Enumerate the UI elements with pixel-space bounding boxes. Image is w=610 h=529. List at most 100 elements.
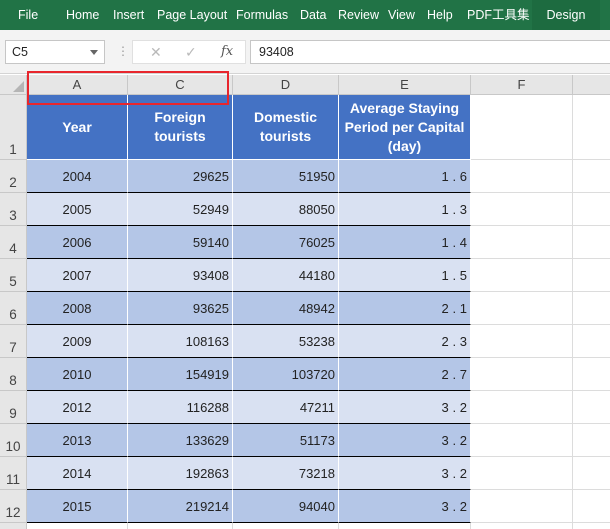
menu-view[interactable]: View <box>384 0 419 30</box>
empty-cell[interactable] <box>573 292 610 325</box>
cell-foreign-tourists[interactable]: 192863 <box>128 457 233 490</box>
cell-domestic-tourists[interactable]: 48942 <box>233 292 339 325</box>
cell-year[interactable]: 2013 <box>27 424 128 457</box>
empty-cell[interactable] <box>471 358 573 391</box>
empty-cell[interactable] <box>573 160 610 193</box>
empty-cell[interactable] <box>339 523 471 529</box>
column-header-f[interactable]: F <box>471 75 573 95</box>
cell-foreign-tourists[interactable]: 29625 <box>128 160 233 193</box>
cell-year[interactable]: 2004 <box>27 160 128 193</box>
row-header-3[interactable]: 3 <box>0 193 27 226</box>
column-header-g[interactable] <box>573 75 610 95</box>
cell-domestic-tourists[interactable]: 76025 <box>233 226 339 259</box>
row-header-6[interactable]: 6 <box>0 292 27 325</box>
empty-cell[interactable] <box>471 292 573 325</box>
row-header-9[interactable]: 9 <box>0 391 27 424</box>
empty-cell[interactable] <box>573 95 610 160</box>
cell-foreign-tourists[interactable]: 154919 <box>128 358 233 391</box>
empty-cell[interactable] <box>471 226 573 259</box>
menu-file[interactable]: File <box>14 0 42 30</box>
menu-help[interactable]: Help <box>423 0 457 30</box>
menu-design[interactable]: Design <box>532 0 600 30</box>
cell-average-stay[interactable]: 2.1 <box>339 292 471 325</box>
column-header-a[interactable]: A <box>27 75 128 95</box>
empty-cell[interactable] <box>471 391 573 424</box>
column-header-d[interactable]: D <box>233 75 339 95</box>
cell-year[interactable]: 2007 <box>27 259 128 292</box>
empty-cell[interactable] <box>471 259 573 292</box>
cell-foreign-tourists[interactable]: 59140 <box>128 226 233 259</box>
row-header-8[interactable]: 8 <box>0 358 27 391</box>
cell-average-stay[interactable]: 3.2 <box>339 391 471 424</box>
empty-cell[interactable] <box>573 193 610 226</box>
cell-domestic-tourists[interactable]: 51950 <box>233 160 339 193</box>
empty-cell[interactable] <box>471 457 573 490</box>
empty-cell[interactable] <box>471 95 573 160</box>
cell-year[interactable]: 2010 <box>27 358 128 391</box>
cell-average-stay[interactable]: 1.5 <box>339 259 471 292</box>
empty-cell[interactable] <box>573 523 610 529</box>
cell-average-stay[interactable]: 1.6 <box>339 160 471 193</box>
empty-cell[interactable] <box>471 193 573 226</box>
cell-average-stay[interactable]: 3.2 <box>339 490 471 523</box>
drag-handle-icon[interactable]: ⋮ <box>117 43 129 59</box>
row-header-10[interactable]: 10 <box>0 424 27 457</box>
cell-domestic-tourists[interactable]: 53238 <box>233 325 339 358</box>
cell-domestic-tourists[interactable]: 94040 <box>233 490 339 523</box>
empty-cell[interactable] <box>471 424 573 457</box>
menu-insert[interactable]: Insert <box>109 0 148 30</box>
header-average-staying-period[interactable]: Average Staying Period per Capital (day) <box>339 95 471 160</box>
row-header-1[interactable]: 1 <box>0 95 27 160</box>
empty-cell[interactable] <box>573 226 610 259</box>
row-header-11[interactable]: 11 <box>0 457 27 490</box>
column-header-e[interactable]: E <box>339 75 471 95</box>
cell-year[interactable]: 2006 <box>27 226 128 259</box>
cell-average-stay[interactable]: 2.7 <box>339 358 471 391</box>
cell-foreign-tourists[interactable]: 108163 <box>128 325 233 358</box>
row-header-5[interactable]: 5 <box>0 259 27 292</box>
empty-cell[interactable] <box>573 490 610 523</box>
cell-average-stay[interactable]: 1.4 <box>339 226 471 259</box>
header-foreign-tourists[interactable]: Foreign tourists <box>128 95 233 160</box>
row-header-4[interactable]: 4 <box>0 226 27 259</box>
menu-data[interactable]: Data <box>296 0 330 30</box>
menu-review[interactable]: Review <box>334 0 383 30</box>
cell-average-stay[interactable]: 3.2 <box>339 457 471 490</box>
cell-domestic-tourists[interactable]: 51173 <box>233 424 339 457</box>
cell-average-stay[interactable]: 2.3 <box>339 325 471 358</box>
cell-foreign-tourists[interactable]: 52949 <box>128 193 233 226</box>
empty-cell[interactable] <box>573 325 610 358</box>
row-header-12[interactable]: 12 <box>0 490 27 523</box>
cancel-icon[interactable]: ✕ <box>150 41 162 63</box>
menu-pdf-tools[interactable]: PDF工具集 <box>463 0 534 30</box>
chevron-down-icon[interactable] <box>90 50 98 55</box>
empty-cell[interactable] <box>471 490 573 523</box>
cell-domestic-tourists[interactable]: 47211 <box>233 391 339 424</box>
cell-domestic-tourists[interactable]: 73218 <box>233 457 339 490</box>
empty-cell[interactable] <box>233 523 339 529</box>
empty-cell[interactable] <box>471 160 573 193</box>
select-all-button[interactable] <box>0 75 27 95</box>
cell-foreign-tourists[interactable]: 219214 <box>128 490 233 523</box>
cell-average-stay[interactable]: 1.3 <box>339 193 471 226</box>
header-year[interactable]: Year <box>27 95 128 160</box>
cell-year[interactable]: 2015 <box>27 490 128 523</box>
cell-foreign-tourists[interactable]: 133629 <box>128 424 233 457</box>
row-header-2[interactable]: 2 <box>0 160 27 193</box>
cell-year[interactable]: 2008 <box>27 292 128 325</box>
cell-year[interactable]: 2009 <box>27 325 128 358</box>
empty-cell[interactable] <box>471 325 573 358</box>
empty-cell[interactable] <box>128 523 233 529</box>
cell-foreign-tourists[interactable]: 93625 <box>128 292 233 325</box>
formula-input[interactable]: 93408 <box>250 40 610 64</box>
confirm-icon[interactable]: ✓ <box>185 41 197 63</box>
row-header-7[interactable]: 7 <box>0 325 27 358</box>
empty-cell[interactable] <box>573 259 610 292</box>
empty-cell[interactable] <box>27 523 128 529</box>
name-box[interactable]: C5 <box>5 40 105 64</box>
cell-foreign-tourists[interactable]: 116288 <box>128 391 233 424</box>
empty-cell[interactable] <box>471 523 573 529</box>
cell-domestic-tourists[interactable]: 103720 <box>233 358 339 391</box>
column-header-c[interactable]: C <box>128 75 233 95</box>
row-header-13[interactable] <box>0 523 27 529</box>
